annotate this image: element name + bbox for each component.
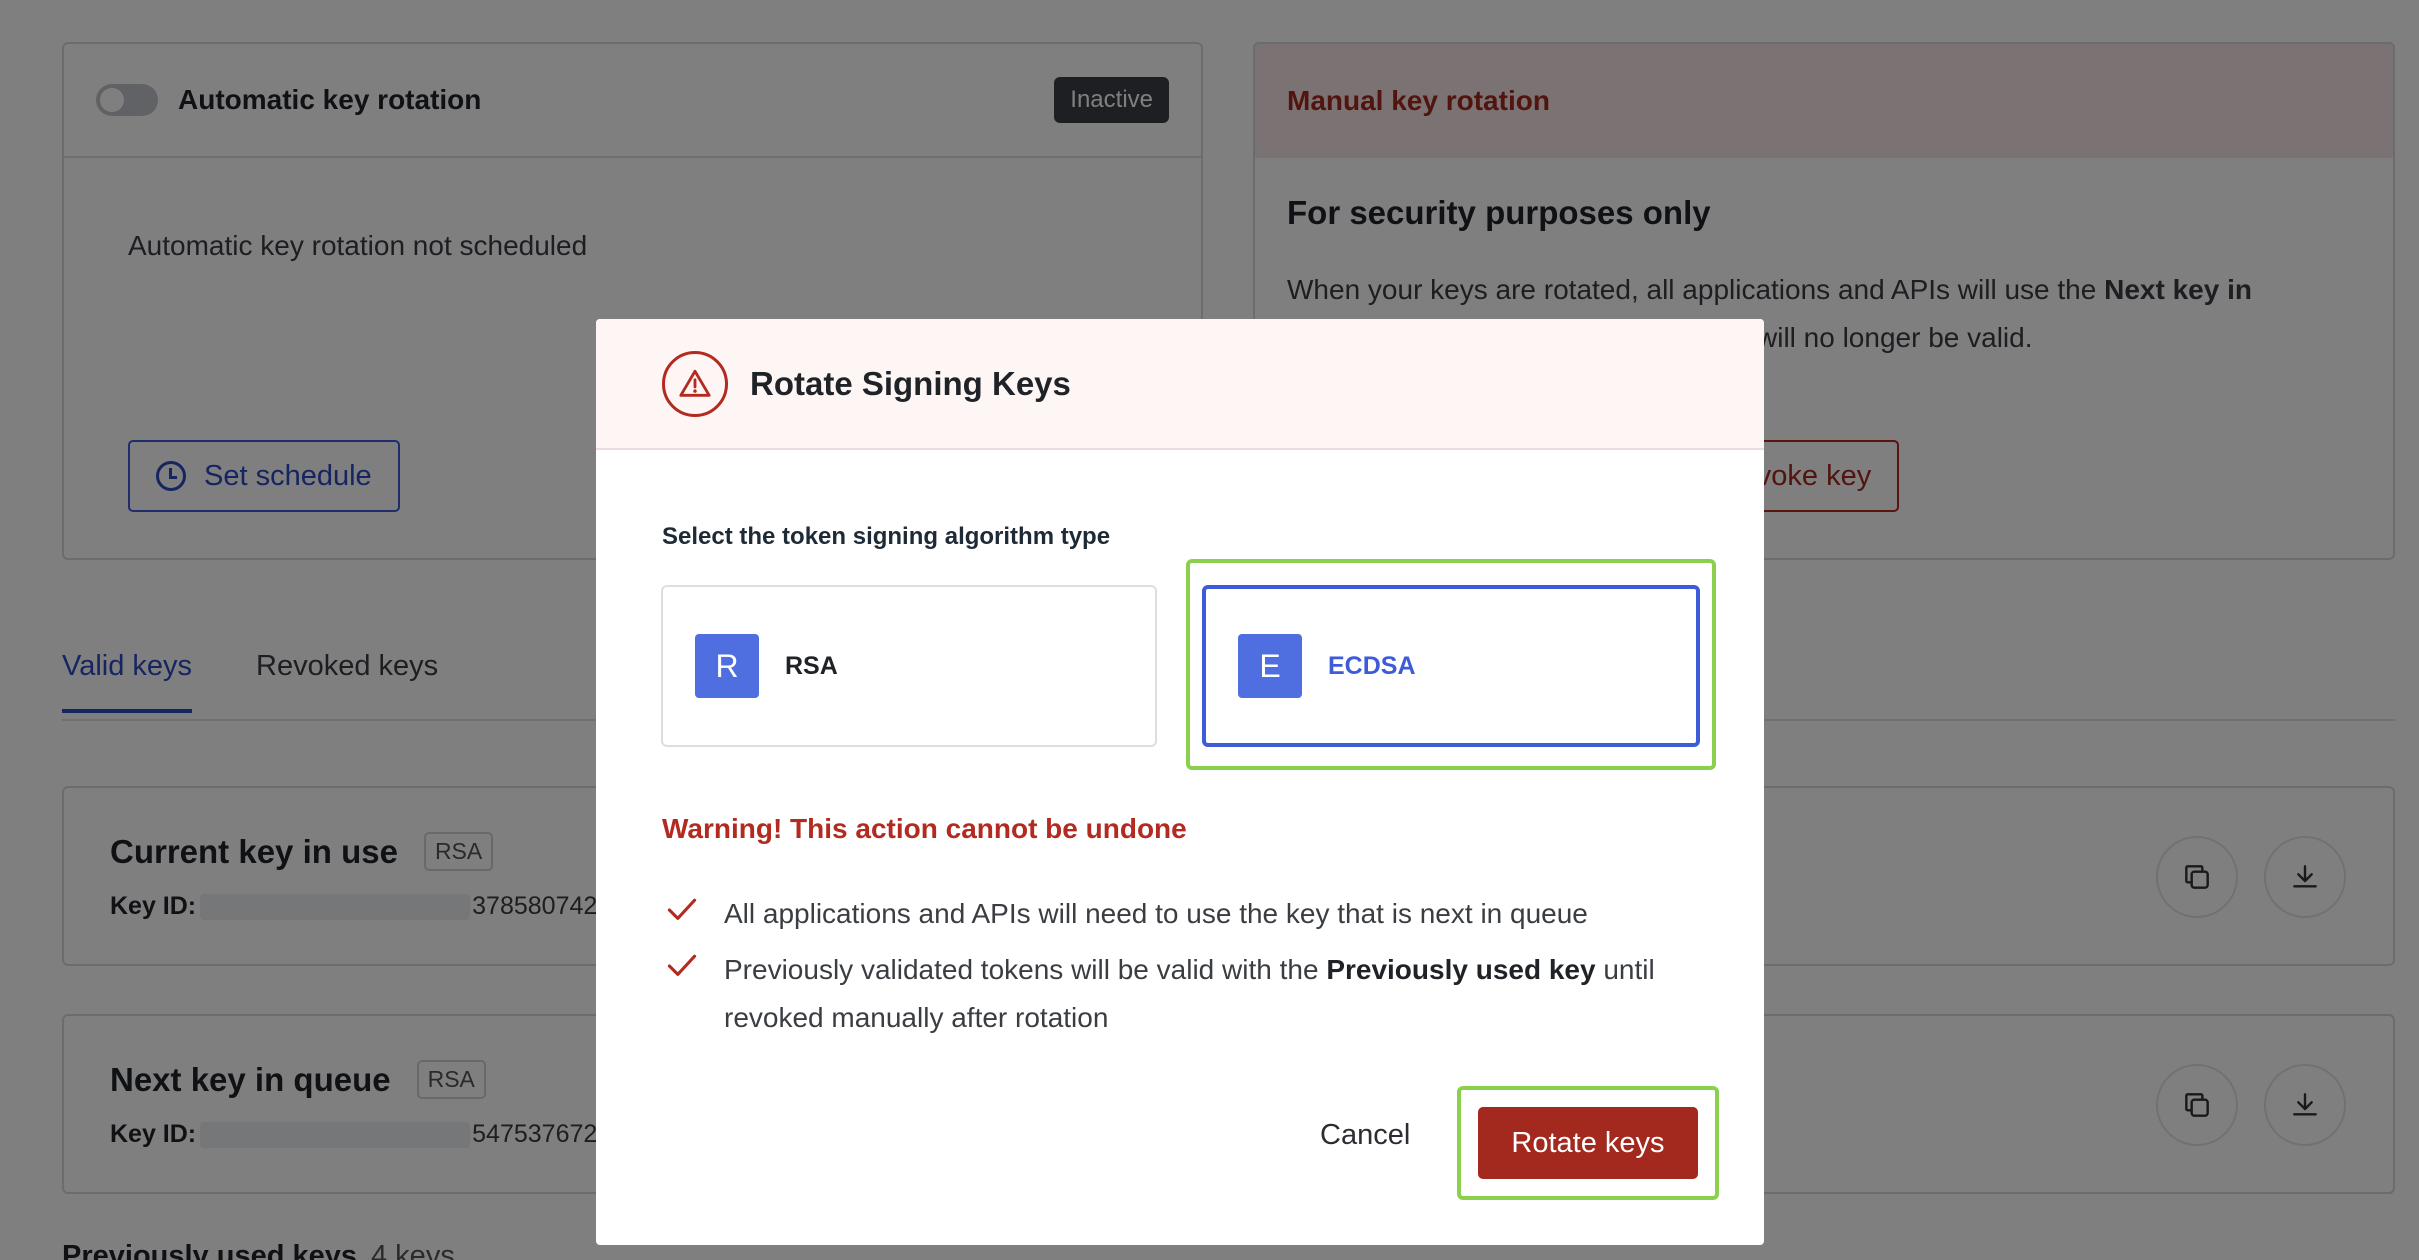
algorithm-option-rsa[interactable]: R RSA	[661, 585, 1157, 747]
ecdsa-letter-avatar: E	[1238, 634, 1302, 698]
warning-title: Warning! This action cannot be undone	[662, 813, 1187, 844]
algorithm-option-ecdsa[interactable]: E ECDSA	[1202, 585, 1700, 747]
warning-bullet-1-text: All applications and APIs will need to u…	[724, 898, 1588, 929]
rotate-keys-dialog: Rotate Signing Keys Select the token sig…	[596, 319, 1764, 1245]
warning-icon	[662, 350, 728, 417]
bullet-2-bold: Previously used key	[1326, 954, 1596, 985]
dialog-header: Rotate Signing Keys	[596, 319, 1764, 450]
dialog-title: Rotate Signing Keys	[750, 364, 1071, 402]
check-icon	[667, 898, 697, 920]
bullet-2-before: Previously validated tokens will be vali…	[724, 954, 1327, 985]
rsa-option-label: RSA	[785, 651, 838, 680]
rsa-letter-avatar: R	[695, 634, 759, 698]
warning-bullet-2: Previously validated tokens will be vali…	[662, 946, 1722, 1042]
check-icon	[667, 954, 697, 976]
ecdsa-option-label: ECDSA	[1328, 651, 1416, 680]
warning-bullet-1: All applications and APIs will need to u…	[662, 890, 1588, 938]
warning-bullet-2-text: Previously validated tokens will be vali…	[724, 946, 1722, 1042]
warning-triangle-icon	[679, 369, 711, 397]
algorithm-select-label: Select the token signing algorithm type	[662, 523, 1111, 550]
cancel-button[interactable]: Cancel	[1320, 1119, 1410, 1152]
rotate-keys-button[interactable]: Rotate keys	[1478, 1107, 1698, 1179]
